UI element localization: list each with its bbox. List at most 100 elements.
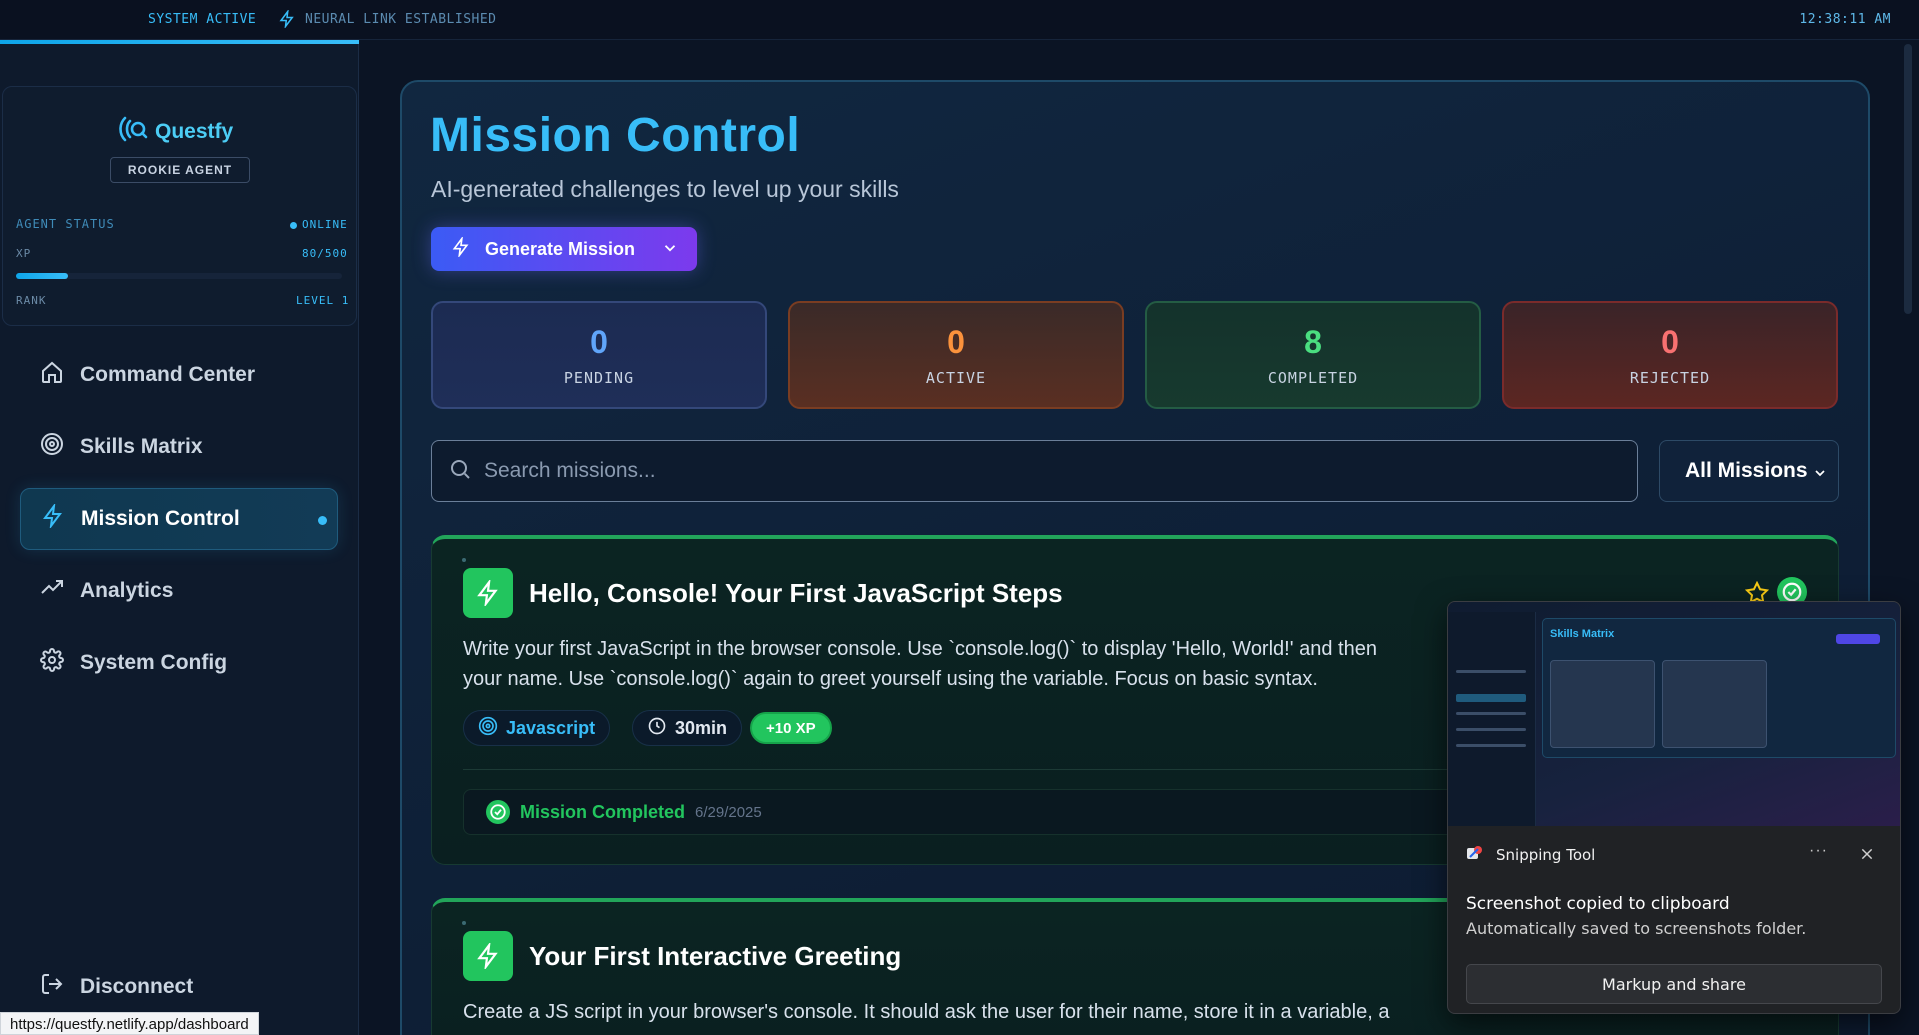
sidebar-item-label: Skills Matrix [80,435,203,458]
active-label: ACTIVE [925,368,987,387]
target-icon [40,432,64,462]
search-icon [448,457,472,486]
stat-card-completed[interactable]: 8 COMPLETED [1145,301,1481,409]
mission-description-line: Create a JS script in your browser's con… [463,1001,1390,1023]
online-dot [290,222,297,229]
trend-icon [40,576,64,606]
sidebar-item-command-center[interactable]: Command Center [20,344,338,406]
xp-progress-fill [16,273,69,279]
bolt-icon [451,235,471,262]
sidebar-item-analytics[interactable]: Analytics [20,560,338,622]
preview-card [1550,660,1655,748]
sidebar-item-label: System Config [80,651,228,674]
preview-nav-line [1456,728,1526,731]
chevron-down-icon [1812,463,1828,487]
duration-tag: 30min [632,710,743,746]
snipping-tool-icon [1466,845,1484,868]
xp-reward-badge: +10 XP [750,712,832,744]
generate-mission-button[interactable]: Generate Mission [431,227,697,271]
rank-badge: ROOKIE AGENT [110,157,250,183]
mission-icon [463,568,513,618]
preview-sidebar [1448,612,1536,826]
chevron-down-icon [661,239,679,262]
questfy-logo-icon [117,114,149,149]
more-options-button[interactable]: ··· [1809,842,1828,860]
preview-title: Skills Matrix [1550,628,1615,640]
mission-completed-label: Mission Completed [520,801,686,822]
preview-card [1662,660,1767,748]
online-status: ONLINE [302,218,348,231]
sidebar-item-label: Mission Control [81,507,240,530]
xp-value: 80/500 [302,247,348,260]
search-box[interactable] [431,440,1638,502]
bolt-icon [41,502,65,534]
brand-logo[interactable]: Questfy [117,114,233,149]
mission-icon [463,931,513,981]
skill-tag: Javascript [463,710,611,746]
rejected-label: REJECTED [1629,368,1711,387]
brand-name: Questfy [155,119,234,143]
page-scrollbar[interactable] [1904,44,1912,314]
screenshot-preview[interactable]: Skills Matrix [1448,602,1900,826]
pending-label: PENDING [563,368,635,387]
completed-label: COMPLETED [1267,368,1359,387]
stat-card-rejected[interactable]: 0 REJECTED [1502,301,1838,409]
clock: 12:38:11 AM [1799,12,1891,27]
toast-heading: Screenshot copied to clipboard [1466,894,1730,914]
sidebar-item-system-config[interactable]: System Config [20,632,338,694]
mission-title: Your First Interactive Greeting [529,941,902,971]
disconnect-button[interactable]: Disconnect [20,956,338,1018]
sidebar-item-mission-control[interactable]: Mission Control [20,488,338,550]
preview-nav-line [1456,744,1526,747]
preview-button [1836,634,1880,644]
stat-card-active[interactable]: 0 ACTIVE [788,301,1124,409]
skill-tag-label: Javascript [506,717,596,738]
markup-and-share-button[interactable]: Markup and share [1466,964,1882,1004]
status-url: https://questfy.netlify.app/dashboard [0,1012,259,1035]
rejected-count: 0 [1661,323,1679,360]
active-count: 0 [947,323,965,360]
mission-description-line: Write your first JavaScript in the brows… [463,638,1377,660]
gear-icon [40,648,64,678]
system-status: SYSTEM ACTIVE [148,12,257,27]
preview-nav-line [1456,694,1526,702]
mission-title: Hello, Console! Your First JavaScript St… [529,578,1063,608]
snipping-tool-notification[interactable]: Skills Matrix Snipping Tool ··· Screensh… [1447,601,1901,1014]
generate-mission-label: Generate Mission [485,238,636,259]
agent-status-label: AGENT STATUS [16,217,115,231]
target-icon [478,716,498,741]
completed-count: 8 [1304,323,1322,360]
sidebar-item-label: Analytics [80,579,174,602]
disconnect-label: Disconnect [80,975,194,998]
clock-icon [647,716,667,741]
rank-value: LEVEL 1 [296,294,350,307]
toast-subtext: Automatically saved to screenshots folde… [1466,919,1807,938]
close-icon[interactable] [1859,846,1875,867]
sidebar-item-skills-matrix[interactable]: Skills Matrix [20,416,338,478]
mission-description: Create a JS script in your browser's con… [463,997,1513,1027]
decor-dot [462,558,466,562]
filter-selected-value: All Missions [1685,459,1808,482]
xp-progress-bar [16,273,342,279]
mission-completed-date: 6/29/2025 [695,803,762,821]
logout-icon [40,972,64,1002]
check-circle-icon [486,800,510,824]
search-input[interactable] [484,459,1584,483]
page-title: Mission Control [430,109,801,162]
active-indicator-dot [318,516,327,525]
stat-card-pending[interactable]: 0 PENDING [431,301,767,409]
mission-description-line: your name. Use `console.log()` again to … [463,668,1318,690]
preview-nav-line [1456,670,1526,673]
bolt-icon [278,8,296,32]
preview-nav-line [1456,712,1526,715]
decor-dot [462,921,466,925]
mission-filter-select[interactable]: All Missions [1659,440,1839,502]
sidebar-item-label: Command Center [80,363,256,386]
page-subtitle: AI-generated challenges to level up your… [431,176,899,202]
top-status-bar: SYSTEM ACTIVE NEURAL LINK ESTABLISHED 12… [0,0,1919,40]
pending-count: 0 [590,323,608,360]
duration-label: 30min [675,717,728,738]
mission-description: Write your first JavaScript in the brows… [463,634,1513,694]
neural-link-status: NEURAL LINK ESTABLISHED [305,12,497,27]
rank-label: RANK [16,294,47,307]
